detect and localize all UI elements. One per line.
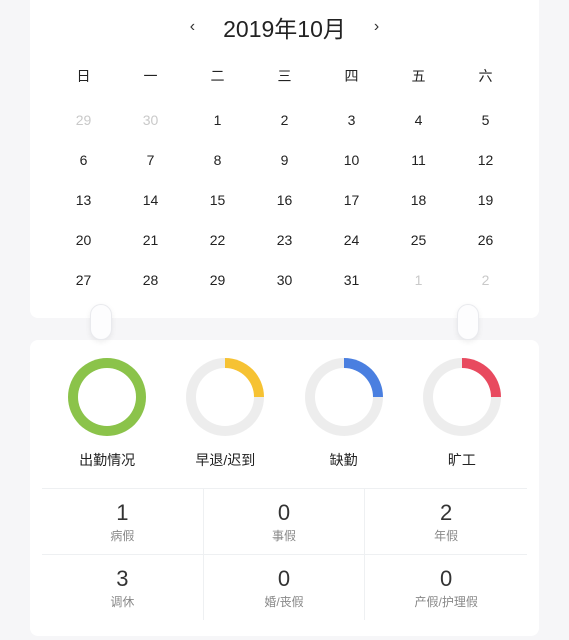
- calendar-day[interactable]: 16: [251, 180, 318, 220]
- count-cell[interactable]: 3 调休: [42, 555, 204, 620]
- calendar-day[interactable]: 29: [184, 260, 251, 300]
- calendar-day[interactable]: 12: [452, 140, 519, 180]
- count-value: 0: [365, 567, 527, 591]
- calendar-header: ‹ 2019年10月 ›: [50, 0, 519, 58]
- calendar-grid: 日一二三四五六293012345678910111213141516171819…: [50, 58, 519, 300]
- calendar-day[interactable]: 21: [117, 220, 184, 260]
- count-cell[interactable]: 1 病假: [42, 489, 204, 555]
- ring-icon: [305, 358, 383, 436]
- ring-item[interactable]: 旷工: [403, 358, 521, 470]
- slider-handle-right[interactable]: [457, 304, 479, 340]
- calendar-dow: 四: [318, 58, 385, 100]
- calendar-day[interactable]: 22: [184, 220, 251, 260]
- calendar-day[interactable]: 4: [385, 100, 452, 140]
- ring-label: 旷工: [448, 450, 476, 470]
- calendar-dow: 一: [117, 58, 184, 100]
- ring-item[interactable]: 出勤情况: [48, 358, 166, 470]
- calendar-day[interactable]: 24: [318, 220, 385, 260]
- calendar-day[interactable]: 3: [318, 100, 385, 140]
- calendar-dow: 二: [184, 58, 251, 100]
- calendar-day[interactable]: 30: [117, 100, 184, 140]
- calendar-day[interactable]: 7: [117, 140, 184, 180]
- calendar-title: 2019年10月: [223, 10, 346, 44]
- count-value: 1: [42, 501, 203, 525]
- calendar-day[interactable]: 20: [50, 220, 117, 260]
- calendar-dow: 五: [385, 58, 452, 100]
- calendar-day[interactable]: 2: [251, 100, 318, 140]
- calendar-dow: 日: [50, 58, 117, 100]
- count-value: 2: [365, 501, 527, 525]
- next-month-button[interactable]: ›: [374, 18, 379, 36]
- calendar-day[interactable]: 5: [452, 100, 519, 140]
- calendar-day[interactable]: 26: [452, 220, 519, 260]
- calendar-day[interactable]: 6: [50, 140, 117, 180]
- slider-row: [30, 304, 539, 344]
- calendar-day[interactable]: 8: [184, 140, 251, 180]
- ring-icon: [68, 358, 146, 436]
- count-value: 3: [42, 567, 203, 591]
- prev-month-button[interactable]: ‹: [190, 18, 195, 36]
- calendar-day[interactable]: 23: [251, 220, 318, 260]
- ring-item[interactable]: 早退/迟到: [166, 358, 284, 470]
- calendar-dow: 三: [251, 58, 318, 100]
- count-cell[interactable]: 2 年假: [365, 489, 527, 555]
- count-cell[interactable]: 0 婚/丧假: [204, 555, 366, 620]
- calendar-day[interactable]: 19: [452, 180, 519, 220]
- calendar-day[interactable]: 25: [385, 220, 452, 260]
- count-cell[interactable]: 0 事假: [204, 489, 366, 555]
- calendar-day[interactable]: 29: [50, 100, 117, 140]
- calendar-day[interactable]: 28: [117, 260, 184, 300]
- calendar-day[interactable]: 31: [318, 260, 385, 300]
- count-label: 婚/丧假: [204, 593, 365, 610]
- count-value: 0: [204, 501, 365, 525]
- calendar-day[interactable]: 17: [318, 180, 385, 220]
- count-label: 病假: [42, 527, 203, 544]
- calendar-day[interactable]: 14: [117, 180, 184, 220]
- calendar-dow: 六: [452, 58, 519, 100]
- calendar-card: ‹ 2019年10月 › 日一二三四五六29301234567891011121…: [30, 0, 539, 318]
- calendar-day[interactable]: 10: [318, 140, 385, 180]
- calendar-day[interactable]: 9: [251, 140, 318, 180]
- ring-label: 出勤情况: [79, 450, 135, 470]
- calendar-day[interactable]: 1: [385, 260, 452, 300]
- calendar-day[interactable]: 11: [385, 140, 452, 180]
- ring-label: 早退/迟到: [195, 450, 255, 470]
- calendar-day[interactable]: 27: [50, 260, 117, 300]
- count-label: 调休: [42, 593, 203, 610]
- slider-handle-left[interactable]: [90, 304, 112, 340]
- ring-label: 缺勤: [330, 450, 358, 470]
- ring-icon: [423, 358, 501, 436]
- ring-icon: [186, 358, 264, 436]
- calendar-day[interactable]: 2: [452, 260, 519, 300]
- count-label: 事假: [204, 527, 365, 544]
- count-label: 年假: [365, 527, 527, 544]
- count-grid: 1病假0事假2年假3调休0婚/丧假0产假/护理假: [42, 488, 527, 620]
- count-cell[interactable]: 0 产假/护理假: [365, 555, 527, 620]
- count-label: 产假/护理假: [365, 593, 527, 610]
- calendar-day[interactable]: 1: [184, 100, 251, 140]
- calendar-day[interactable]: 13: [50, 180, 117, 220]
- stats-card: 出勤情况早退/迟到缺勤旷工 1病假0事假2年假3调休0婚/丧假0产假/护理假: [30, 340, 539, 636]
- count-value: 0: [204, 567, 365, 591]
- calendar-day[interactable]: 15: [184, 180, 251, 220]
- calendar-day[interactable]: 30: [251, 260, 318, 300]
- ring-row: 出勤情况 早退/迟到 缺勤 旷工: [42, 358, 527, 488]
- ring-item[interactable]: 缺勤: [285, 358, 403, 470]
- calendar-day[interactable]: 18: [385, 180, 452, 220]
